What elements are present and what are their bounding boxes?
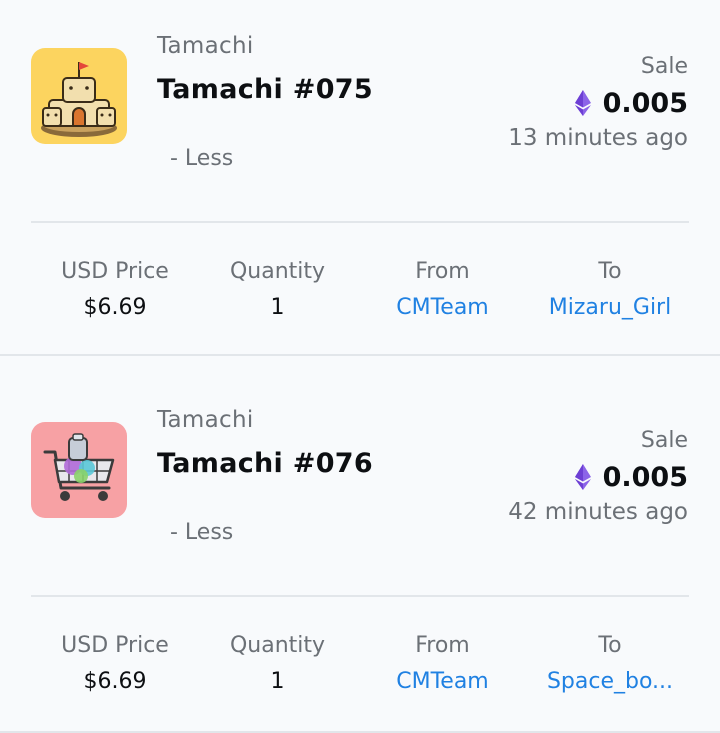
quantity-value: 1: [270, 669, 285, 694]
toggle-less-button[interactable]: - Less: [170, 146, 233, 171]
to-column: To Mizaru_Girl: [530, 256, 690, 324]
collection-name[interactable]: Tamachi: [157, 33, 254, 59]
to-user-link[interactable]: Mizaru_Girl: [530, 292, 690, 324]
nft-thumbnail[interactable]: [31, 48, 127, 144]
usd-price-label: USD Price: [61, 259, 169, 284]
divider: [31, 595, 689, 597]
quantity-column: Quantity 1: [200, 630, 355, 698]
to-column: To Space_bo...: [530, 630, 690, 698]
price: 0.005: [574, 460, 688, 494]
to-user-link[interactable]: Space_bo...: [530, 666, 690, 698]
toggle-less-button[interactable]: - Less: [170, 520, 233, 545]
activity-list: Tamachi Tamachi #075 - Less Sale 0.005 1…: [0, 0, 720, 733]
ethereum-icon: [574, 90, 591, 116]
usd-price-value: $6.69: [83, 669, 147, 694]
event-type: Sale: [640, 428, 688, 453]
price: 0.005: [574, 86, 688, 120]
from-label: From: [415, 633, 470, 658]
timestamp[interactable]: 42 minutes ago: [508, 499, 688, 525]
nft-title[interactable]: Tamachi #075: [157, 74, 373, 105]
collection-name[interactable]: Tamachi: [157, 407, 254, 433]
from-user-link[interactable]: CMTeam: [355, 292, 530, 324]
sandcastle-icon: [31, 48, 127, 144]
shopping-cart-icon: [31, 422, 127, 518]
price-amount: 0.005: [602, 461, 688, 493]
activity-card[interactable]: Tamachi Tamachi #075 - Less Sale 0.005 1…: [0, 0, 720, 356]
activity-card[interactable]: Tamachi Tamachi #076 - Less Sale 0.005 4…: [0, 374, 720, 733]
price-amount: 0.005: [602, 87, 688, 119]
detail-columns: USD Price $6.69 Quantity 1 From CMTeam T…: [30, 630, 690, 698]
ethereum-icon: [574, 464, 591, 490]
event-type: Sale: [640, 54, 688, 79]
from-column: From CMTeam: [355, 630, 530, 698]
from-column: From CMTeam: [355, 256, 530, 324]
divider: [31, 221, 689, 223]
usd-price-column: USD Price $6.69: [30, 256, 200, 324]
usd-price-column: USD Price $6.69: [30, 630, 200, 698]
detail-columns: USD Price $6.69 Quantity 1 From CMTeam T…: [30, 256, 690, 324]
usd-price-value: $6.69: [83, 295, 147, 320]
nft-title[interactable]: Tamachi #076: [157, 448, 373, 479]
to-label: To: [598, 259, 622, 284]
from-user-link[interactable]: CMTeam: [355, 666, 530, 698]
usd-price-label: USD Price: [61, 633, 169, 658]
to-user-name[interactable]: Space_bo...: [547, 666, 673, 698]
nft-thumbnail[interactable]: [31, 422, 127, 518]
to-label: To: [598, 633, 622, 658]
from-label: From: [415, 259, 470, 284]
quantity-label: Quantity: [229, 633, 326, 658]
to-user-name[interactable]: Mizaru_Girl: [549, 292, 671, 324]
quantity-label: Quantity: [229, 259, 326, 284]
quantity-column: Quantity 1: [200, 256, 355, 324]
timestamp[interactable]: 13 minutes ago: [508, 125, 688, 151]
quantity-value: 1: [270, 295, 285, 320]
